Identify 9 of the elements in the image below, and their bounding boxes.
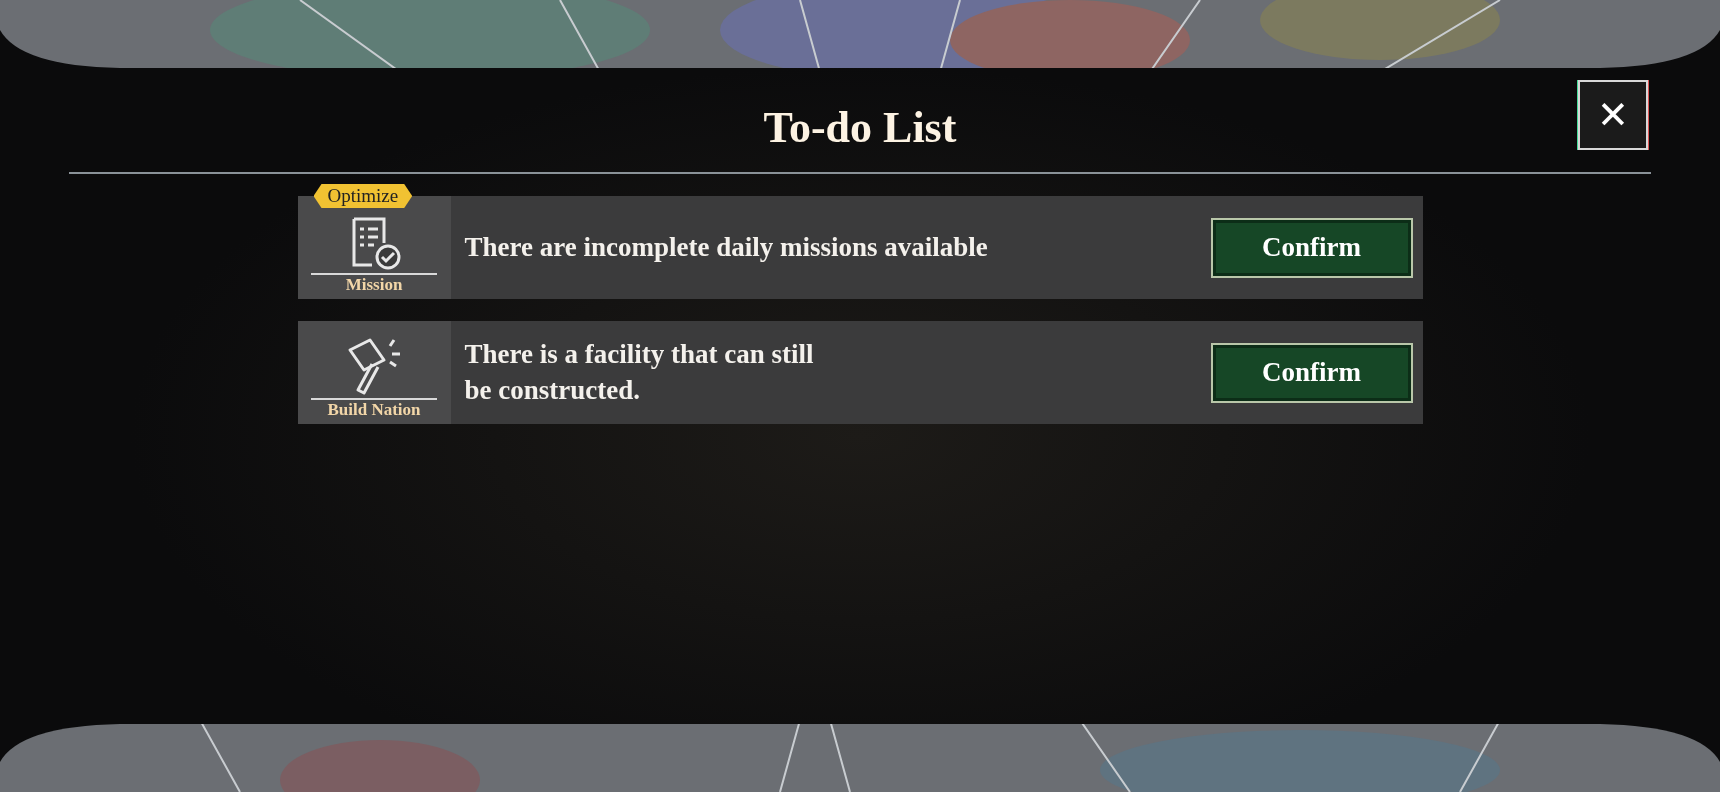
category-label: Build Nation — [327, 399, 421, 420]
dialog-title: To-do List — [763, 106, 957, 150]
todo-message: There are incomplete daily missions available — [464, 230, 988, 264]
todo-message: There is a facility that can still be constructed. — [464, 338, 814, 407]
confirm-button[interactable]: Confirm — [1210, 217, 1413, 278]
optimize-tag: Optimize — [313, 184, 413, 208]
close-button[interactable]: ✕ — [1578, 80, 1648, 150]
confirm-button[interactable]: Confirm — [1210, 342, 1413, 403]
category-label: Mission — [345, 274, 403, 295]
